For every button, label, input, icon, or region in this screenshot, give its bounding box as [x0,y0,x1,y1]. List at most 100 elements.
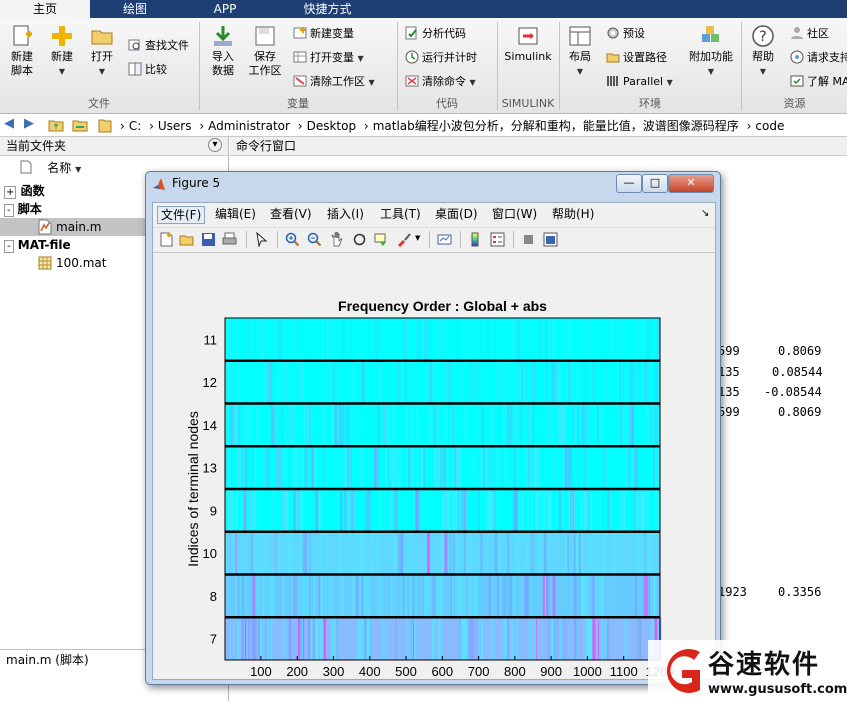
legend-icon[interactable] [490,232,505,247]
menu-desktop[interactable]: 桌面(D) [435,206,478,222]
maximize-button[interactable]: □ [642,174,668,193]
show-plot-tools-icon[interactable] [543,232,558,247]
tab-plots[interactable]: 绘图 [90,0,180,18]
heatmap-stripe [264,446,266,489]
tab-home[interactable]: 主页 [0,0,90,18]
menu-file[interactable]: 文件(F) [157,206,206,224]
menu-window[interactable]: 窗口(W) [492,206,537,222]
analyze-code-button[interactable]: 分析代码 [405,26,466,42]
heatmap-stripe [637,318,640,361]
menu-insert[interactable]: 插入(I) [327,206,364,222]
link-plot-icon[interactable] [437,232,452,247]
tab-shortcuts[interactable]: 快捷方式 [270,0,385,18]
group-scripts[interactable]: - 脚本 [4,200,42,218]
menu-edit[interactable]: 编辑(E) [215,206,256,222]
breadcrumb-item[interactable]: code [755,119,784,133]
request-support-button[interactable]: 请求支持 [790,50,847,66]
colorbar-icon[interactable] [468,232,483,247]
heatmap-stripe [585,446,588,489]
simulink-button[interactable]: Simulink [503,24,553,64]
figure-window[interactable]: Figure 5 — □ ✕ 文件(F) 编辑(E) 查看(V) 插入(I) 工… [145,171,721,699]
brush-icon[interactable] [396,232,411,247]
learn-matlab-button[interactable]: 了解 MA [790,74,847,90]
collapse-icon[interactable]: - [4,204,14,217]
open-variable-button[interactable]: 打开变量 ▼ [293,50,364,66]
y-tick-label: 14 [203,418,217,433]
help-button[interactable]: ? 帮助 ▼ [748,24,778,79]
heatmap-stripe [445,531,448,575]
new-figure-icon[interactable] [159,232,174,247]
save-workspace-button[interactable]: 保存 工作区 [246,24,284,78]
clear-commands-button[interactable]: 清除命令 ▼ [405,74,476,90]
minimize-button[interactable]: — [616,174,642,193]
heatmap-stripe [249,318,251,361]
name-column-header[interactable]: 名称 ▼ [20,159,81,177]
figure-canvas[interactable]: 11 12 14 13 9 10 8 7 100 200 300 400 500 600 700 800 900… [153,253,715,699]
back-icon[interactable]: ◀ [4,116,14,131]
find-files-button[interactable]: 查找文件 [128,38,189,54]
preferences-button[interactable]: 预设 [606,26,645,42]
dropdown-arrow-icon[interactable]: ▼ [415,234,420,242]
import-data-button[interactable]: 导入 数据 [206,24,240,78]
heatmap-stripe [335,446,337,489]
open-file-icon[interactable] [179,232,194,247]
heatmap-stripe [581,531,584,575]
panel-menu-icon[interactable]: ▾ [208,138,222,152]
print-icon[interactable] [222,232,237,247]
toolbar-separator [429,231,430,248]
heatmap-stripe [338,531,342,575]
hide-plot-tools-icon[interactable] [521,232,536,247]
heatmap-stripe [644,360,646,404]
pointer-icon[interactable] [254,232,269,247]
group-functions[interactable]: + 函数 [4,182,45,200]
data-cursor-icon[interactable] [374,232,389,247]
breadcrumb-item[interactable]: Users [158,119,192,133]
menu-help[interactable]: 帮助(H) [552,206,594,222]
layout-button[interactable]: 布局 ▼ [565,24,595,79]
preferences-label: 预设 [623,27,645,40]
community-button[interactable]: 社区 [790,26,829,42]
heatmap-stripe [241,446,244,489]
breadcrumb-item[interactable]: Administrator [208,119,290,133]
add-ons-button[interactable]: 附加功能 ▼ [688,24,734,79]
new-script-button[interactable]: 新建 脚本 [6,24,38,78]
compare-button[interactable]: 比较 [128,62,167,78]
heatmap-stripe [235,574,237,618]
heatmap-stripe [245,489,247,532]
breadcrumb-item[interactable]: C: [129,119,141,133]
heatmap-stripe [488,574,491,618]
breadcrumb-item[interactable]: Desktop [307,119,357,133]
pan-icon[interactable] [330,232,345,247]
set-path-button[interactable]: 设置路径 [606,50,667,66]
heatmap-stripe [452,403,455,447]
heatmap-stripe [424,360,428,404]
forward-icon[interactable]: ▶ [24,116,34,131]
save-icon[interactable] [201,232,216,247]
save-ws-label-2: 工作区 [248,64,282,77]
menubar-overflow-icon[interactable]: ↘ [701,206,709,222]
browse-folder-icon[interactable] [72,118,88,132]
new-button[interactable]: 新建 ▼ [46,24,78,79]
clear-workspace-button[interactable]: 清除工作区 ▼ [293,74,375,90]
zoom-out-icon[interactable] [307,232,322,247]
zoom-in-icon[interactable] [285,232,300,247]
rotate-3d-icon[interactable] [352,232,367,247]
heatmap-stripe [297,318,299,361]
heatmap-stripe [258,574,262,618]
breadcrumb-item[interactable]: matlab编程小波包分析，分解和重构，能量比值，波谱图像源码程序 [373,119,739,133]
up-folder-icon[interactable] [48,118,64,132]
menu-tools[interactable]: 工具(T) [380,206,421,222]
menu-view[interactable]: 查看(V) [270,206,312,222]
group-mat-file[interactable]: - MAT-file [4,236,71,254]
run-and-time-button[interactable]: 运行并计时 [405,50,477,66]
spectrum-chart[interactable]: 11 12 14 13 9 10 8 7 100 200 300 400 500 600 700 800 900… [153,253,715,699]
parallel-button[interactable]: Parallel ▼ [606,74,673,90]
ribbon: 新建 脚本 新建 ▼ 打开 ▼ 查找文件 比较 文件 导入 数据 保存 工作区 新建… [0,18,847,114]
heatmap-stripe [515,489,518,532]
close-button[interactable]: ✕ [668,174,714,193]
open-button[interactable]: 打开 ▼ [86,24,118,79]
expand-icon[interactable]: + [4,186,17,199]
new-variable-button[interactable]: 新建变量 [293,26,354,42]
collapse-icon[interactable]: - [4,240,14,253]
tab-apps[interactable]: APP [180,0,270,18]
